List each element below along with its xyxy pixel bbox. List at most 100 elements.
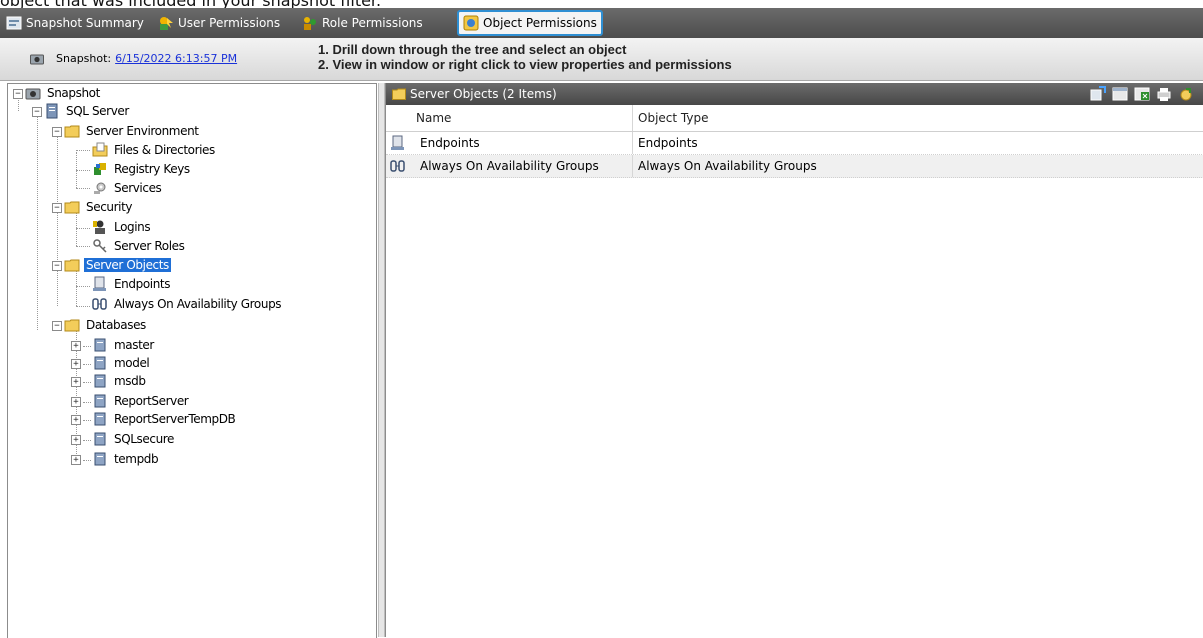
tree-node-security[interactable]: Security bbox=[64, 198, 134, 216]
tab-label: Snapshot Summary bbox=[26, 16, 144, 30]
collapse-snapshot-toggle[interactable]: − bbox=[13, 89, 23, 99]
tree-node-logins[interactable]: Logins bbox=[92, 218, 152, 236]
tree-node-database[interactable]: SQLsecure bbox=[92, 430, 176, 448]
tree-label: SQL Server bbox=[66, 104, 129, 118]
availability-group-icon bbox=[92, 298, 107, 310]
tree-node-database[interactable]: msdb bbox=[92, 372, 148, 390]
properties-icon[interactable] bbox=[1090, 86, 1106, 102]
tree-label: tempdb bbox=[114, 452, 159, 466]
tree-label: Registry Keys bbox=[114, 162, 190, 176]
files-icon bbox=[92, 142, 108, 157]
table-row[interactable]: Always On Availability Groups Always On … bbox=[386, 155, 1203, 178]
role-permissions-icon bbox=[304, 17, 316, 30]
tree-label: Files & Directories bbox=[114, 143, 215, 157]
collapse-sql-server-toggle[interactable]: − bbox=[32, 107, 42, 117]
tree-node-database[interactable]: tempdb bbox=[92, 450, 160, 468]
print-icon[interactable] bbox=[1156, 86, 1172, 102]
tree-node-files-directories[interactable]: Files & Directories bbox=[92, 141, 217, 159]
tree-node-databases[interactable]: Databases bbox=[64, 316, 148, 334]
availability-group-icon bbox=[390, 160, 405, 172]
tree-node-database[interactable]: model bbox=[92, 354, 151, 372]
tree-node-server-objects[interactable]: Server Objects bbox=[64, 256, 171, 274]
expand-db-toggle[interactable]: + bbox=[71, 435, 81, 445]
collapse-databases-toggle[interactable]: − bbox=[52, 321, 62, 331]
column-header-name[interactable]: Name bbox=[416, 105, 451, 131]
tree-label: msdb bbox=[114, 374, 146, 388]
user-permissions-icon bbox=[160, 17, 173, 30]
panel-title-bar: Server Objects (2 Items) bbox=[386, 83, 1203, 105]
instruction-line-1: 1. Drill down through the tree and selec… bbox=[318, 42, 627, 57]
table-row[interactable]: Endpoints Endpoints bbox=[386, 132, 1203, 155]
snapshot-info: Snapshot: 6/15/2022 6:13:57 PM bbox=[30, 52, 237, 65]
tree-label: Server Environment bbox=[86, 124, 199, 138]
export-excel-icon[interactable] bbox=[1134, 86, 1150, 102]
collapse-security-toggle[interactable]: − bbox=[52, 203, 62, 213]
cell-object-type: Endpoints bbox=[638, 136, 698, 150]
view-window-icon[interactable] bbox=[1112, 86, 1128, 102]
folder-icon bbox=[64, 259, 80, 272]
tree-label: SQLsecure bbox=[114, 432, 175, 446]
expand-db-toggle[interactable]: + bbox=[71, 341, 81, 351]
registry-icon bbox=[94, 163, 106, 175]
tree-node-database[interactable]: ReportServerTempDB bbox=[92, 410, 237, 428]
tree-label: Server Roles bbox=[114, 239, 185, 253]
tree-label: Logins bbox=[114, 220, 151, 234]
tab-label: Object Permissions bbox=[483, 16, 597, 30]
expand-db-toggle[interactable]: + bbox=[71, 397, 81, 407]
camera-icon bbox=[30, 54, 44, 64]
objects-grid: Name Object Type Endpoints Endpoints Alw… bbox=[386, 105, 1203, 178]
login-icon bbox=[93, 220, 105, 234]
collapse-server-objects-toggle[interactable]: − bbox=[52, 261, 62, 271]
tree-node-database[interactable]: master bbox=[92, 336, 156, 354]
tree-label: Snapshot bbox=[47, 86, 100, 100]
snapshot-prefix: Snapshot: bbox=[56, 52, 112, 65]
folder-icon bbox=[64, 125, 80, 138]
tree-node-endpoints[interactable]: Endpoints bbox=[92, 275, 172, 293]
tree-node-database[interactable]: ReportServer bbox=[92, 392, 190, 410]
tree-node-snapshot[interactable]: Snapshot bbox=[25, 84, 102, 102]
folder-icon bbox=[64, 319, 80, 332]
database-icon bbox=[94, 356, 106, 370]
expand-db-toggle[interactable]: + bbox=[71, 455, 81, 465]
tree-node-sql-server[interactable]: SQL Server bbox=[44, 102, 131, 120]
collapse-server-environment-toggle[interactable]: − bbox=[52, 127, 62, 137]
tab-user-permissions[interactable]: User Permissions bbox=[158, 11, 280, 35]
expand-db-toggle[interactable]: + bbox=[71, 377, 81, 387]
tree-label: Server Objects bbox=[84, 258, 171, 272]
database-icon bbox=[94, 452, 106, 466]
tab-bar: Snapshot Summary User Permissions Role P… bbox=[0, 8, 1203, 38]
page-caption-fragment: object that was included in your snapsho… bbox=[0, 0, 1203, 8]
tree-node-services[interactable]: Services bbox=[92, 179, 163, 197]
tree-node-server-roles[interactable]: Server Roles bbox=[92, 237, 186, 255]
snapshot-header: Snapshot: 6/15/2022 6:13:57 PM 1. Drill … bbox=[0, 38, 1203, 81]
database-icon bbox=[94, 432, 106, 446]
panel-toolbar bbox=[1090, 86, 1194, 102]
tree-node-server-environment[interactable]: Server Environment bbox=[64, 122, 201, 140]
snapshot-date-link[interactable]: 6/15/2022 6:13:57 PM bbox=[115, 52, 237, 65]
object-tree[interactable]: − − − − − − + + + + + + + Snapshot SQL S… bbox=[7, 83, 377, 638]
expand-db-toggle[interactable]: + bbox=[71, 415, 81, 425]
objects-panel: Server Objects (2 Items) Name Object Typ… bbox=[385, 83, 1203, 637]
gear-icon bbox=[94, 182, 106, 194]
cell-object-type: Always On Availability Groups bbox=[638, 159, 817, 173]
tab-role-permissions[interactable]: Role Permissions bbox=[302, 11, 423, 35]
tree-node-registry-keys[interactable]: Registry Keys bbox=[92, 160, 192, 178]
tree-label: Always On Availability Groups bbox=[114, 297, 282, 311]
object-permissions-icon bbox=[463, 15, 479, 31]
tab-label: Role Permissions bbox=[322, 16, 423, 30]
panel-splitter[interactable] bbox=[378, 83, 385, 637]
database-icon bbox=[94, 338, 106, 352]
tree-label: Security bbox=[86, 200, 133, 214]
refresh-icon[interactable] bbox=[1178, 86, 1194, 102]
key-icon bbox=[93, 239, 107, 253]
tree-node-always-on[interactable]: Always On Availability Groups bbox=[92, 295, 283, 313]
tab-snapshot-summary[interactable]: Snapshot Summary bbox=[6, 11, 144, 35]
summary-icon bbox=[6, 16, 22, 30]
column-header-object-type[interactable]: Object Type bbox=[638, 105, 708, 131]
tree-label: master bbox=[114, 338, 154, 352]
tree-label: ReportServer bbox=[114, 394, 189, 408]
tab-object-permissions[interactable]: Object Permissions bbox=[457, 10, 603, 36]
database-icon bbox=[94, 394, 106, 408]
instructions: 1. Drill down through the tree and selec… bbox=[318, 42, 732, 72]
expand-db-toggle[interactable]: + bbox=[71, 359, 81, 369]
